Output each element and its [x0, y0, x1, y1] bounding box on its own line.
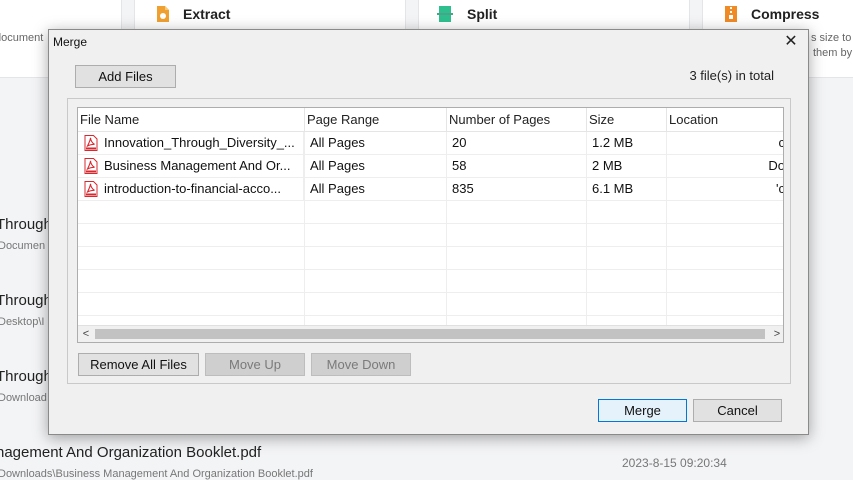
cell-location: Do: [768, 158, 784, 173]
dialog-title: Merge: [53, 35, 88, 49]
cell-file-name: Innovation_Through_Diversity_...: [104, 132, 304, 155]
empty-row: [78, 293, 783, 316]
merge-button[interactable]: Merge: [598, 399, 687, 422]
recent-file-path: Documen: [0, 240, 46, 252]
table-row[interactable]: introduction-to-financial-acco... All Pa…: [78, 178, 783, 201]
tool-desc: s size to: [811, 32, 852, 44]
recent-file-path: Downloads\Business Management And Organi…: [0, 468, 313, 480]
scrollbar-thumb[interactable]: [95, 329, 765, 339]
column-header-number-of-pages[interactable]: Number of Pages: [447, 108, 587, 132]
tool-desc: them by: [813, 47, 853, 59]
cell-page-range[interactable]: All Pages: [305, 178, 447, 201]
empty-row: [78, 247, 783, 270]
move-down-button[interactable]: Move Down: [311, 353, 411, 376]
extract-icon: [157, 6, 169, 22]
recent-file-name: nagement And Organization Booklet.pdf: [0, 444, 262, 461]
recent-file-date: 2023-8-15 09:20:34: [622, 456, 727, 470]
cell-file-name: Business Management And Or...: [104, 155, 304, 178]
table-row[interactable]: Business Management And Or... All Pages …: [78, 155, 784, 178]
remove-all-files-button[interactable]: Remove All Files: [78, 353, 199, 376]
cancel-button[interactable]: Cancel: [693, 399, 782, 422]
file-count-label: 3 file(s) in total: [689, 68, 774, 83]
column-header-file-name[interactable]: File Name: [78, 108, 305, 132]
table-row[interactable]: Innovation_Through_Diversity_... All Pag…: [78, 132, 784, 155]
add-files-button[interactable]: Add Files: [75, 65, 176, 88]
tool-desc: document: [0, 32, 44, 44]
tool-title-compress: Compress: [751, 6, 820, 22]
move-up-button[interactable]: Move Up: [205, 353, 305, 376]
cell-number-of-pages: 20: [447, 132, 587, 155]
empty-row: [78, 270, 783, 293]
cell-size: 2 MB: [587, 155, 667, 178]
cell-location: 'c: [776, 181, 783, 196]
recent-file-name: Through: [0, 216, 52, 233]
cell-file-name: introduction-to-financial-acco...: [104, 178, 304, 201]
empty-row: [78, 224, 783, 247]
recent-file-name: Through: [0, 368, 52, 385]
recent-file-path: Download: [0, 392, 47, 404]
column-header-size[interactable]: Size: [587, 108, 667, 132]
merge-dialog: Merge ✕ Add Files 3 file(s) in total Fil…: [48, 29, 809, 435]
pdf-file-icon: [84, 158, 98, 174]
recent-file-name: Through: [0, 292, 52, 309]
split-icon: [437, 6, 453, 22]
tool-title-split: Split: [467, 6, 498, 22]
cell-page-range[interactable]: All Pages: [305, 132, 447, 155]
table-header: File Name Page Range Number of Pages Siz…: [78, 108, 783, 132]
compress-icon: [725, 6, 737, 22]
empty-row: [78, 201, 783, 224]
scroll-right-icon[interactable]: >: [769, 326, 783, 342]
close-icon[interactable]: ✕: [780, 32, 802, 52]
cell-number-of-pages: 58: [447, 155, 587, 178]
cell-number-of-pages: 835: [447, 178, 587, 201]
scroll-left-icon[interactable]: <: [78, 326, 94, 342]
cell-location: c: [667, 132, 784, 155]
column-header-page-range[interactable]: Page Range: [305, 108, 447, 132]
pdf-file-icon: [84, 181, 98, 197]
file-table: File Name Page Range Number of Pages Siz…: [77, 107, 784, 343]
recent-file-path: Desktop\I: [0, 316, 45, 328]
column-header-location[interactable]: Location: [667, 108, 783, 132]
cell-size: 1.2 MB: [587, 132, 667, 155]
cell-size: 6.1 MB: [587, 178, 667, 201]
cell-page-range[interactable]: All Pages: [305, 155, 447, 178]
horizontal-scrollbar[interactable]: < >: [78, 325, 783, 342]
pdf-file-icon: [84, 135, 98, 151]
tool-title-extract: Extract: [183, 6, 231, 22]
